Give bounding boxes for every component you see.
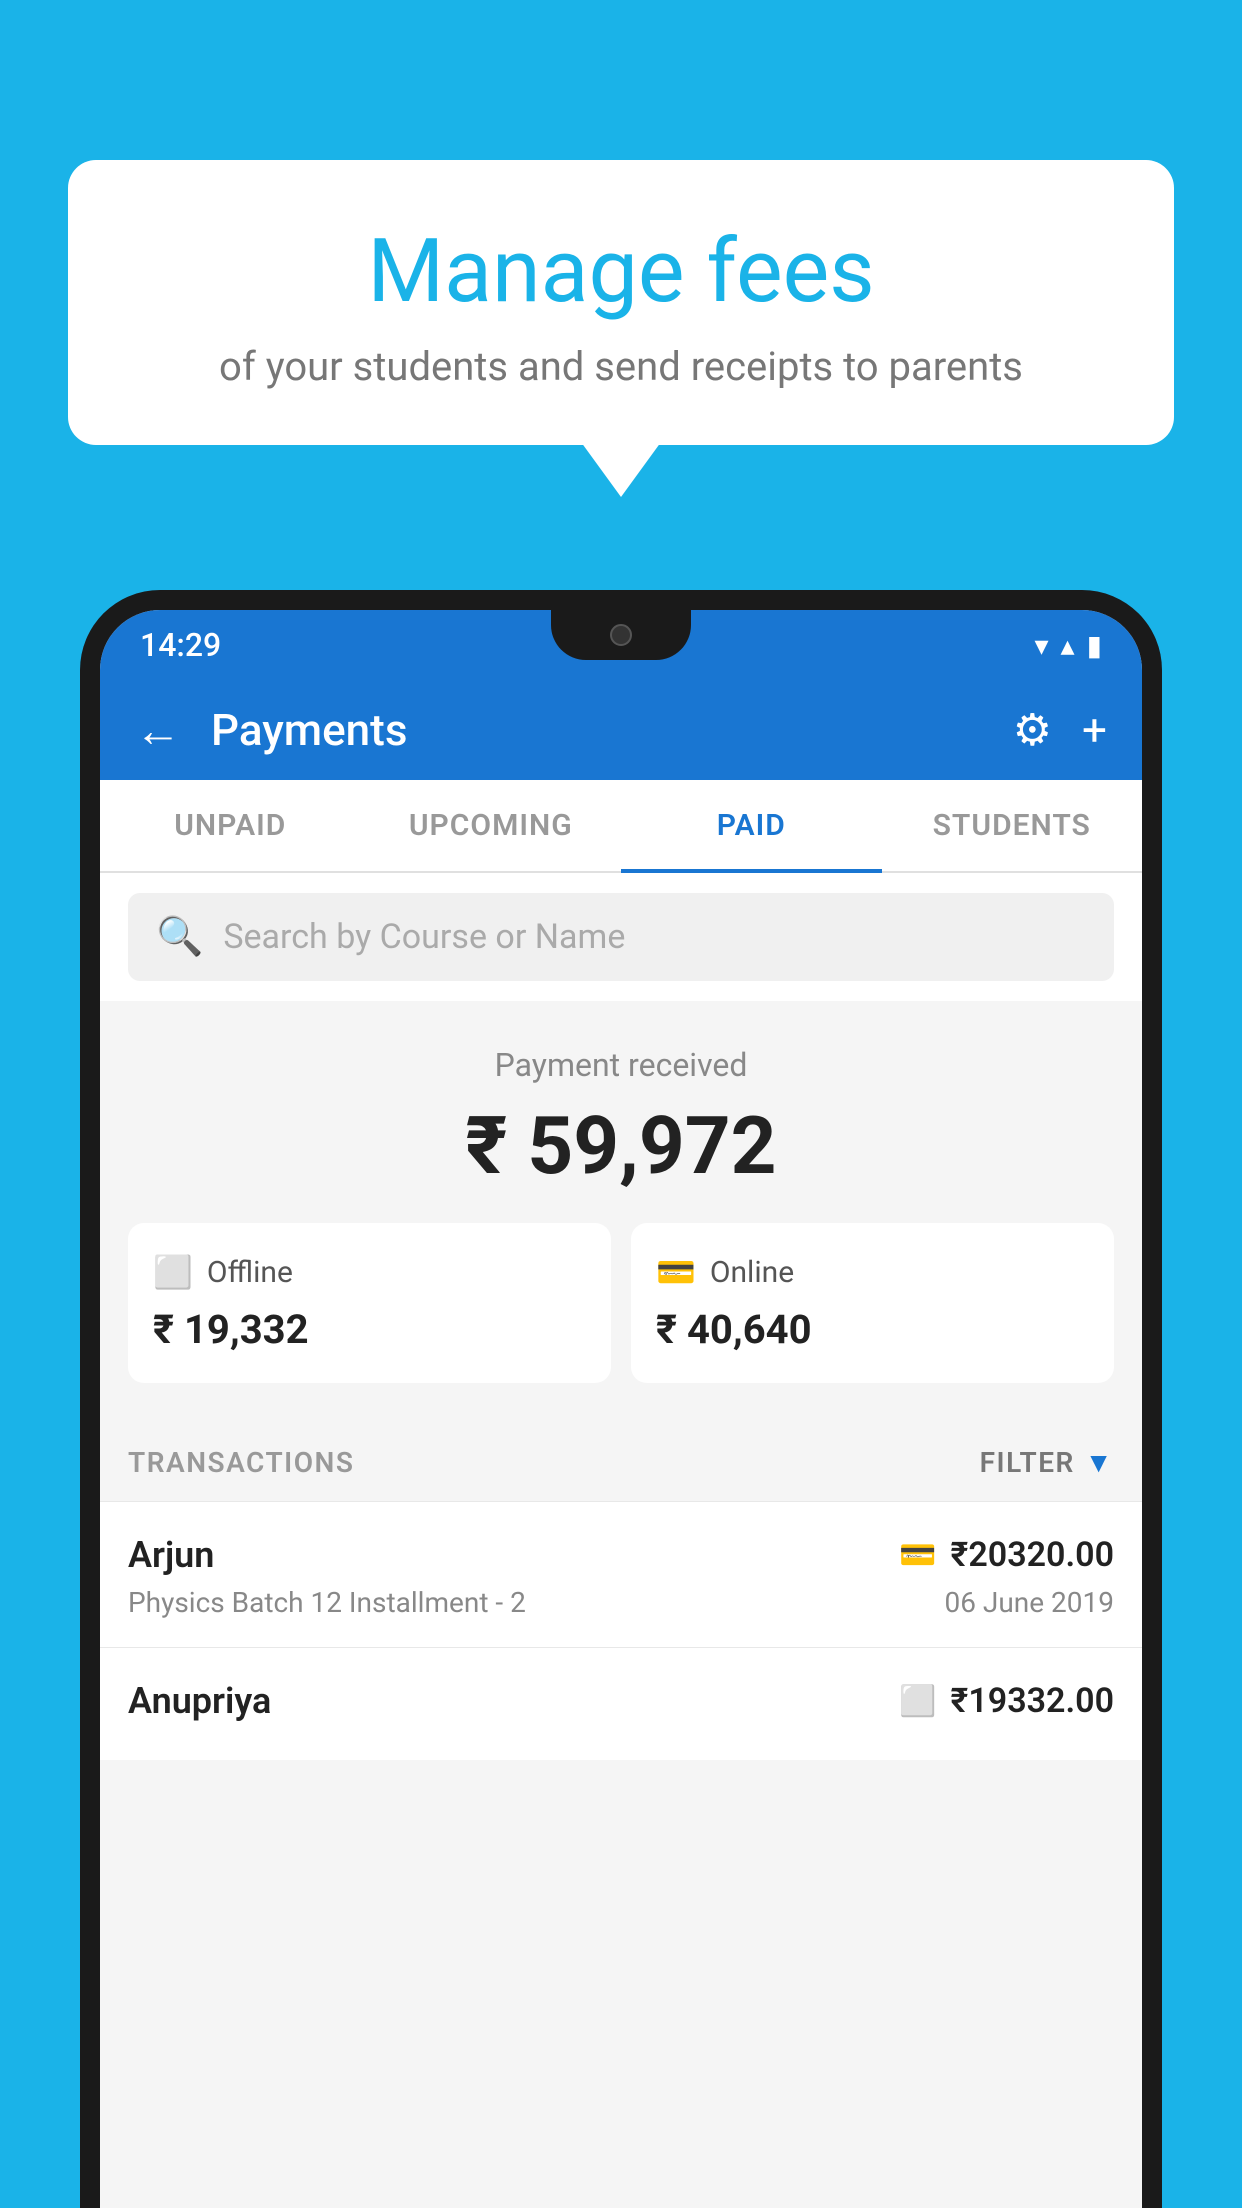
status-icons: ▾ ▴ ▮ <box>1034 629 1102 662</box>
transaction-amount: ₹19332.00 <box>951 1681 1114 1721</box>
notch <box>551 610 691 660</box>
offline-label: Offline <box>207 1255 293 1290</box>
table-row[interactable]: Arjun 💳 ₹20320.00 Physics Batch 12 Insta… <box>100 1501 1142 1647</box>
wifi-icon: ▾ <box>1034 629 1048 662</box>
transaction-bottom: Physics Batch 12 Installment - 2 06 June… <box>128 1586 1114 1619</box>
online-icon: 💳 <box>656 1253 696 1291</box>
back-button[interactable]: ← <box>135 703 181 758</box>
settings-icon[interactable]: ⚙ <box>1013 704 1052 756</box>
filter-button[interactable]: FILTER ▼ <box>980 1446 1114 1479</box>
phone-screen: 14:29 ▾ ▴ ▮ ← Payments ⚙ + UNPAID UPCOMI… <box>100 610 1142 2208</box>
speech-bubble: Manage fees of your students and send re… <box>68 160 1174 445</box>
online-label: Online <box>710 1255 794 1290</box>
transaction-top: Anupriya ⬜ ₹19332.00 <box>128 1680 1114 1722</box>
transaction-name: Anupriya <box>128 1680 271 1722</box>
add-icon[interactable]: + <box>1082 704 1107 756</box>
transaction-amount: ₹20320.00 <box>951 1535 1114 1575</box>
offline-amount: ₹ 19,332 <box>153 1306 309 1353</box>
page-title: Payments <box>211 704 983 756</box>
transaction-course: Physics Batch 12 Installment - 2 <box>128 1586 526 1619</box>
tab-unpaid[interactable]: UNPAID <box>100 780 361 871</box>
status-time: 14:29 <box>140 626 221 664</box>
battery-icon: ▮ <box>1087 629 1102 662</box>
payment-cards: ⬜ Offline ₹ 19,332 💳 Online ₹ 40,640 <box>128 1223 1114 1383</box>
payment-label: Payment received <box>128 1046 1114 1084</box>
filter-label: FILTER <box>980 1446 1075 1479</box>
camera <box>610 624 632 646</box>
offline-card: ⬜ Offline ₹ 19,332 <box>128 1223 611 1383</box>
table-row[interactable]: Anupriya ⬜ ₹19332.00 <box>100 1647 1142 1760</box>
online-card: 💳 Online ₹ 40,640 <box>631 1223 1114 1383</box>
transaction-name: Arjun <box>128 1534 214 1576</box>
offline-card-header: ⬜ Offline <box>153 1253 293 1291</box>
search-icon: 🔍 <box>156 915 203 959</box>
transaction-amount-row: ⬜ ₹19332.00 <box>899 1681 1114 1721</box>
tab-bar: UNPAID UPCOMING PAID STUDENTS <box>100 780 1142 873</box>
payment-amount: ₹ 59,972 <box>128 1099 1114 1193</box>
payment-summary: Payment received ₹ 59,972 ⬜ Offline ₹ 19… <box>100 1001 1142 1418</box>
search-container: 🔍 Search by Course or Name <box>100 873 1142 1001</box>
tab-upcoming[interactable]: UPCOMING <box>361 780 622 871</box>
transactions-label: TRANSACTIONS <box>128 1446 354 1479</box>
online-card-header: 💳 Online <box>656 1253 794 1291</box>
bubble-title: Manage fees <box>118 220 1124 323</box>
phone-frame: 14:29 ▾ ▴ ▮ ← Payments ⚙ + UNPAID UPCOMI… <box>80 590 1162 2208</box>
offline-payment-icon: ⬜ <box>899 1684 936 1719</box>
filter-icon: ▼ <box>1085 1446 1114 1479</box>
app-header: ← Payments ⚙ + <box>100 680 1142 780</box>
header-icons: ⚙ + <box>1013 704 1107 756</box>
transactions-header: TRANSACTIONS FILTER ▼ <box>100 1418 1142 1501</box>
tab-paid[interactable]: PAID <box>621 780 882 871</box>
signal-icon: ▴ <box>1061 629 1075 662</box>
transaction-amount-row: 💳 ₹20320.00 <box>899 1535 1114 1575</box>
search-input[interactable]: Search by Course or Name <box>223 917 625 957</box>
offline-icon: ⬜ <box>153 1253 193 1291</box>
search-bar[interactable]: 🔍 Search by Course or Name <box>128 893 1114 981</box>
bubble-subtitle: of your students and send receipts to pa… <box>118 343 1124 390</box>
tab-students[interactable]: STUDENTS <box>882 780 1143 871</box>
online-amount: ₹ 40,640 <box>656 1306 812 1353</box>
transaction-date: 06 June 2019 <box>944 1586 1114 1619</box>
online-payment-icon: 💳 <box>899 1538 936 1573</box>
status-bar: 14:29 ▾ ▴ ▮ <box>100 610 1142 680</box>
transaction-top: Arjun 💳 ₹20320.00 <box>128 1534 1114 1576</box>
